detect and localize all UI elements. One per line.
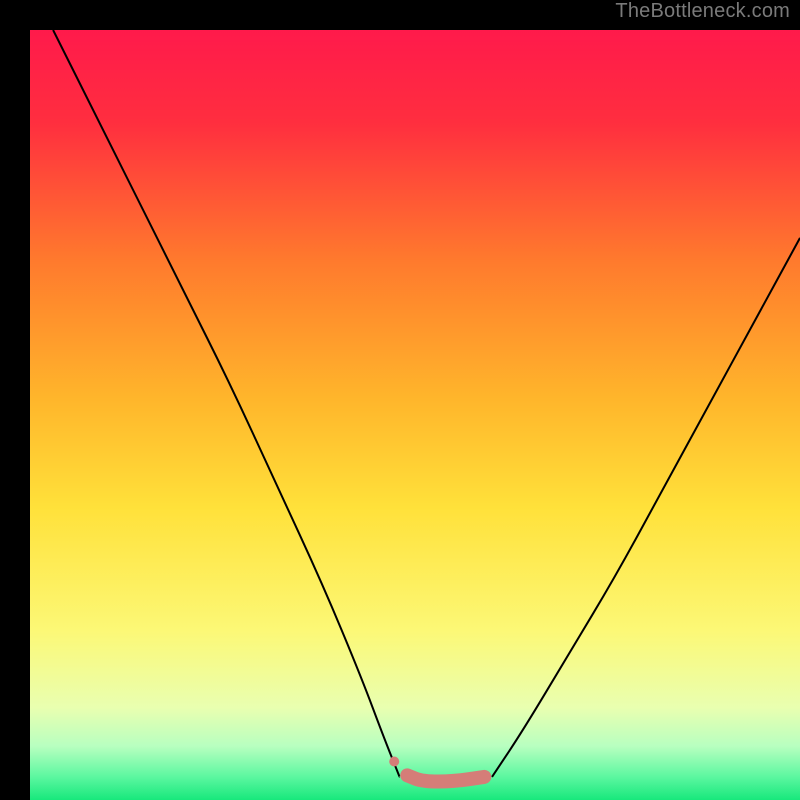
flat-segment-dot xyxy=(389,757,399,767)
watermark-text: TheBottleneck.com xyxy=(615,0,790,23)
chart-background xyxy=(30,30,800,800)
chart-frame xyxy=(15,15,785,785)
flat-segment xyxy=(407,775,484,781)
bottleneck-chart xyxy=(30,30,800,800)
